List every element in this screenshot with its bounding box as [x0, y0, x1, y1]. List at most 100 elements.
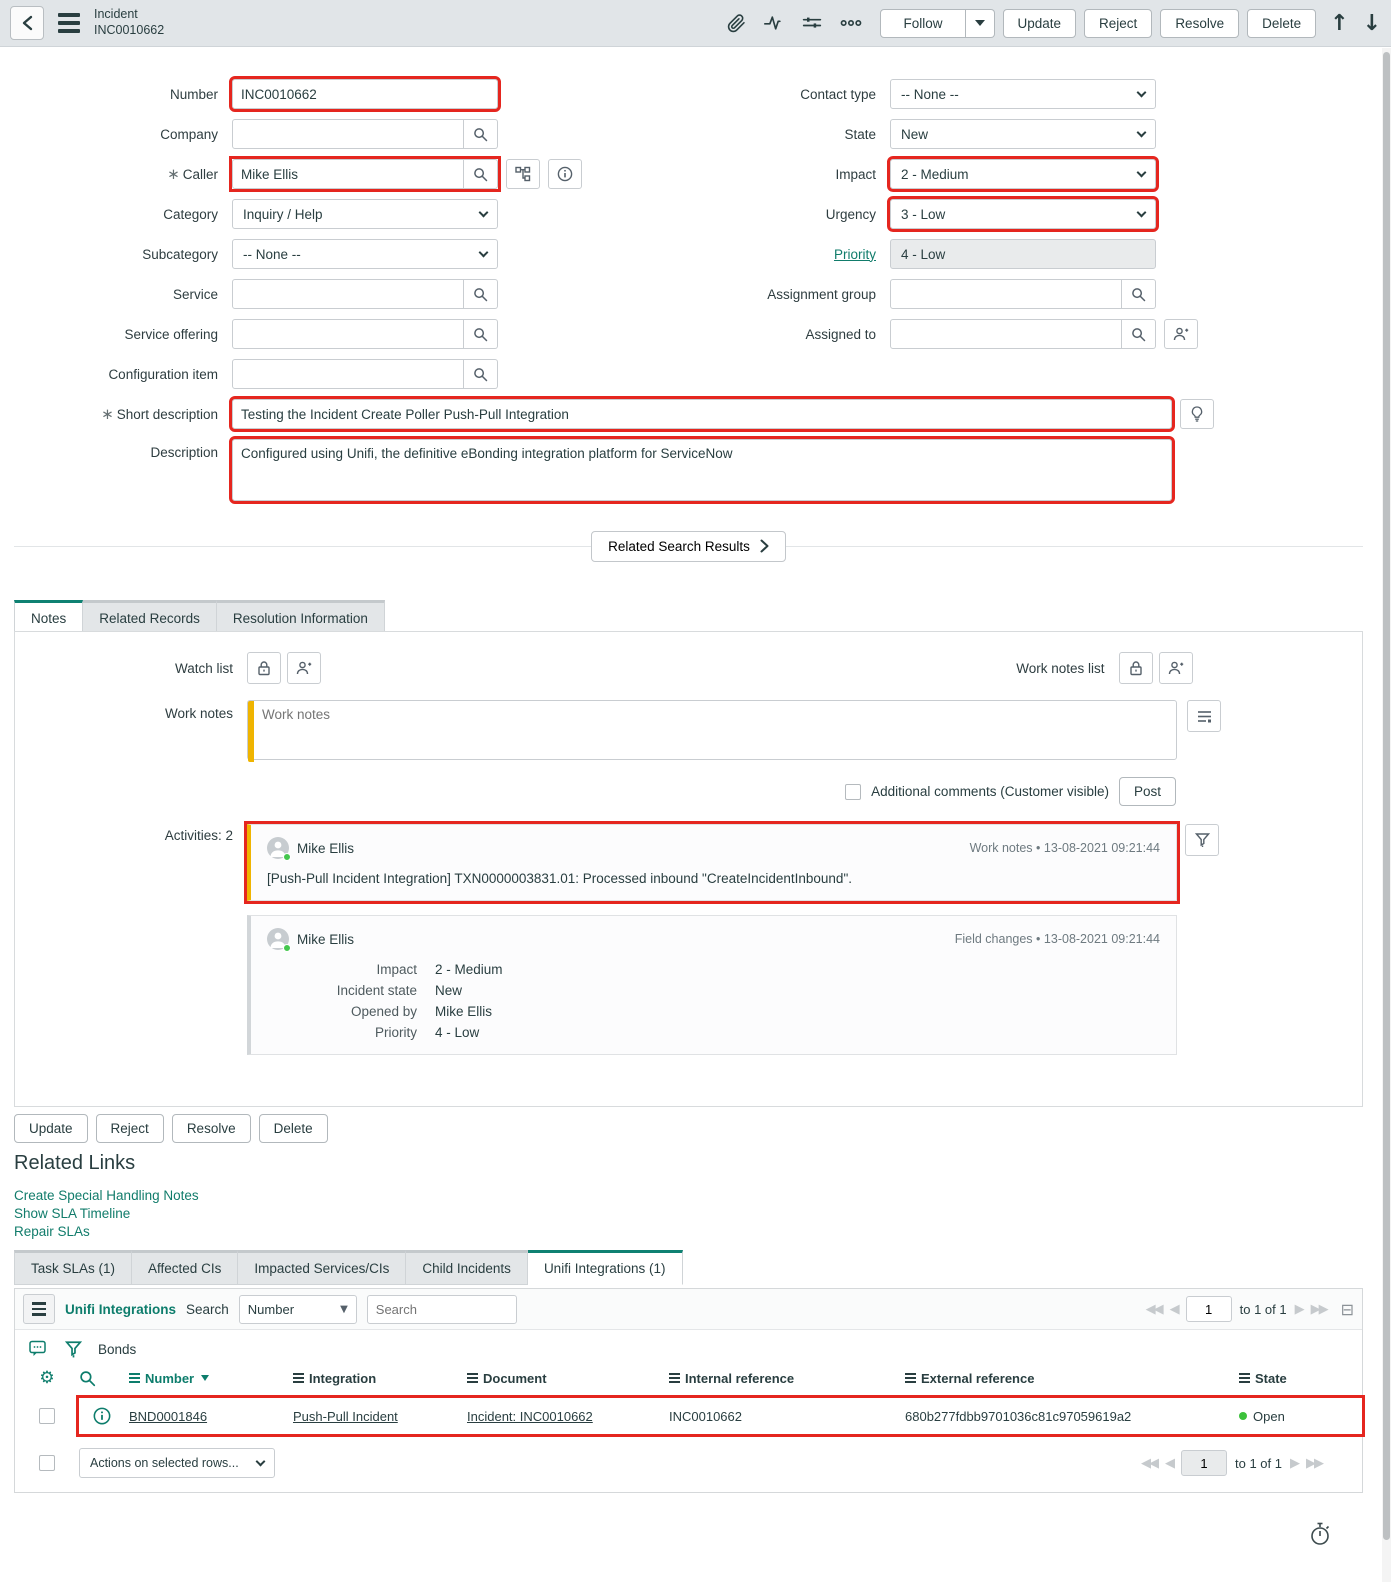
work-notes-textarea[interactable] [247, 700, 1177, 760]
assigned-to-input[interactable] [890, 319, 1122, 349]
tab-task-slas[interactable]: Task SLAs (1) [14, 1250, 132, 1285]
first-page-icon[interactable]: ◀◀ [1141, 1456, 1157, 1471]
reject-button-footer[interactable]: Reject [96, 1114, 164, 1143]
number-input[interactable] [232, 79, 498, 109]
related-link-show-sla-timeline[interactable]: Show SLA Timeline [14, 1205, 199, 1223]
activity-filter-button[interactable] [1185, 824, 1219, 856]
vertical-scrollbar[interactable] [1382, 48, 1391, 1582]
last-page-icon[interactable]: ▶▶ [1306, 1456, 1322, 1471]
list-comments-icon[interactable] [29, 1340, 49, 1358]
state-select[interactable]: New [890, 119, 1156, 149]
service-input[interactable] [232, 279, 464, 309]
first-page-icon[interactable]: ◀◀ [1146, 1302, 1162, 1317]
tab-child-incidents[interactable]: Child Incidents [406, 1250, 528, 1285]
list-personalize-gear-icon[interactable]: ⚙ [39, 1368, 54, 1388]
back-button[interactable] [10, 6, 44, 40]
select-all-checkbox[interactable] [39, 1455, 55, 1471]
scrollbar-thumb[interactable] [1383, 52, 1390, 1540]
update-button-footer[interactable]: Update [14, 1114, 88, 1143]
column-header-integration[interactable]: Integration [293, 1371, 467, 1386]
service-lookup-button[interactable] [464, 279, 498, 309]
column-header-state[interactable]: State [1239, 1371, 1362, 1386]
tab-unifi-integrations[interactable]: Unifi Integrations (1) [528, 1250, 683, 1285]
personalize-sliders-icon[interactable] [802, 14, 822, 32]
tab-affected-cis[interactable]: Affected CIs [132, 1250, 238, 1285]
assignment-group-lookup-button[interactable] [1122, 279, 1156, 309]
column-header-document[interactable]: Document [467, 1371, 669, 1386]
update-button[interactable]: Update [1003, 9, 1077, 38]
caller-preview-button[interactable] [548, 159, 582, 189]
delete-button[interactable]: Delete [1247, 9, 1316, 38]
tab-related-records[interactable]: Related Records [83, 600, 217, 635]
breadcrumb[interactable]: Bonds [98, 1342, 136, 1357]
description-textarea[interactable]: Configured using Unifi, the definitive e… [232, 439, 1172, 501]
service-offering-input[interactable] [232, 319, 464, 349]
assigned-to-lookup-button[interactable] [1122, 319, 1156, 349]
follow-button[interactable]: Follow [880, 9, 965, 38]
toggle-comment-fields-button[interactable] [1187, 700, 1221, 732]
column-header-internal-reference[interactable]: Internal reference [669, 1371, 905, 1386]
caller-lookup-button[interactable] [464, 159, 498, 189]
related-link-repair-slas[interactable]: Repair SLAs [14, 1223, 199, 1241]
work-notes-list-lock-button[interactable] [1119, 652, 1153, 684]
column-search-icon[interactable] [79, 1370, 129, 1387]
response-time-stopwatch-icon[interactable] [1309, 1522, 1331, 1546]
row-checkbox[interactable] [39, 1408, 55, 1424]
contact-type-select[interactable]: -- None -- [890, 79, 1156, 109]
subcategory-select[interactable]: -- None -- [232, 239, 498, 269]
previous-record-arrow-up-icon[interactable]: ↑ [1330, 11, 1348, 36]
actions-on-selected-rows-select[interactable]: Actions on selected rows... [79, 1448, 275, 1478]
assignment-group-input[interactable] [890, 279, 1122, 309]
page-number-input[interactable] [1181, 1450, 1227, 1476]
short-description-input[interactable] [232, 399, 1172, 429]
context-menu-icon[interactable] [54, 9, 84, 37]
company-lookup-button[interactable] [464, 119, 498, 149]
activity-user-name[interactable]: Mike Ellis [297, 841, 354, 856]
watch-list-lock-button[interactable] [247, 652, 281, 684]
suggestion-lightbulb-button[interactable] [1180, 399, 1214, 429]
list-search-input[interactable] [367, 1295, 517, 1324]
resolve-button-footer[interactable]: Resolve [172, 1114, 251, 1143]
previous-page-icon[interactable]: ◀ [1165, 1456, 1173, 1471]
related-link-create-special-handling-notes[interactable]: Create Special Handling Notes [14, 1187, 199, 1205]
additional-comments-checkbox[interactable] [845, 784, 861, 800]
last-page-icon[interactable]: ▶▶ [1311, 1302, 1327, 1317]
reject-button[interactable]: Reject [1084, 9, 1152, 38]
search-field-select[interactable]: Number▼ [239, 1295, 357, 1324]
company-input[interactable] [232, 119, 464, 149]
list-context-menu-icon[interactable] [23, 1294, 55, 1324]
column-header-external-reference[interactable]: External reference [905, 1371, 1239, 1386]
list-filter-funnel-icon[interactable] [65, 1340, 82, 1358]
bond-number-link[interactable]: BND0001846 [129, 1409, 293, 1424]
impact-select[interactable]: 2 - Medium [890, 159, 1156, 189]
service-offering-lookup-button[interactable] [464, 319, 498, 349]
watch-list-add-person-button[interactable] [287, 652, 321, 684]
related-search-results-button[interactable]: Related Search Results [591, 531, 786, 562]
previous-page-icon[interactable]: ◀ [1170, 1302, 1178, 1317]
next-page-icon[interactable]: ▶ [1290, 1456, 1298, 1471]
configuration-item-lookup-button[interactable] [464, 359, 498, 389]
activity-user-name[interactable]: Mike Ellis [297, 932, 354, 947]
column-header-number[interactable]: Number [129, 1371, 293, 1386]
follow-dropdown-button[interactable] [966, 9, 995, 38]
tab-impacted-services[interactable]: Impacted Services/CIs [238, 1250, 406, 1285]
page-number-input[interactable] [1186, 1296, 1232, 1322]
delete-button-footer[interactable]: Delete [259, 1114, 328, 1143]
priority-label-link[interactable]: Priority [690, 247, 890, 262]
attachment-paperclip-icon[interactable] [727, 14, 746, 33]
work-notes-list-add-person-button[interactable] [1159, 652, 1193, 684]
bond-integration-link[interactable]: Push-Pull Incident [293, 1409, 467, 1424]
caller-input[interactable] [232, 159, 464, 189]
urgency-select[interactable]: 3 - Low [890, 199, 1156, 229]
next-page-icon[interactable]: ▶ [1295, 1302, 1303, 1317]
configuration-item-input[interactable] [232, 359, 464, 389]
next-record-arrow-down-icon[interactable]: ↓ [1363, 11, 1381, 36]
collapse-list-icon[interactable]: ⊟ [1341, 1300, 1354, 1319]
tab-notes[interactable]: Notes [14, 600, 83, 635]
category-select[interactable]: Inquiry / Help [232, 199, 498, 229]
bond-document-link[interactable]: Incident: INC0010662 [467, 1409, 669, 1424]
assign-to-me-button[interactable] [1164, 319, 1198, 349]
more-options-icon[interactable] [840, 19, 862, 27]
resolve-button[interactable]: Resolve [1160, 9, 1239, 38]
tab-resolution-information[interactable]: Resolution Information [217, 600, 385, 635]
